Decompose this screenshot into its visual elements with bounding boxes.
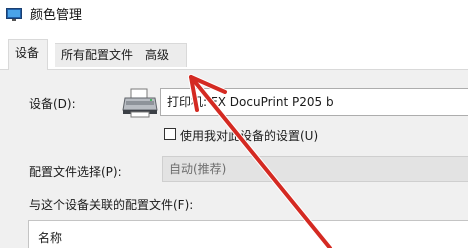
use-my-settings-label: 使用我对此设备的设置(U) <box>180 129 319 143</box>
printer-icon <box>122 88 158 118</box>
window-title: 颜色管理 <box>30 8 83 23</box>
monitor-icon <box>6 8 22 22</box>
tab-all-profiles[interactable]: 所有配置文件 <box>55 43 140 67</box>
device-select[interactable]: 打印机: FX DocuPrint P205 b <box>160 88 468 116</box>
tab-devices[interactable]: 设备 <box>8 39 48 70</box>
device-label: 设备(D): <box>29 97 76 111</box>
tab-strip: 设备 所有配置文件 高级 <box>0 32 468 70</box>
title-bar: 颜色管理 <box>0 0 468 32</box>
associated-profiles-label: 与这个设备关联的配置文件(F): <box>29 198 194 212</box>
profile-selection-label: 配置文件选择(P): <box>29 165 122 179</box>
color-management-window: 颜色管理 设备 所有配置文件 高级 设备(D): 打印机: FX DocuPri… <box>0 0 468 248</box>
devices-panel: 设备(D): 打印机: FX DocuPrint P205 b 使用我对此设备的… <box>0 69 468 248</box>
profile-selection-select[interactable]: 自动(推荐) <box>162 156 468 182</box>
associated-profiles-list[interactable]: 名称 <box>28 220 468 248</box>
column-header-name[interactable]: 名称 <box>38 229 62 246</box>
use-my-settings-checkbox[interactable] <box>164 128 176 140</box>
tab-advanced[interactable]: 高级 <box>139 43 187 67</box>
